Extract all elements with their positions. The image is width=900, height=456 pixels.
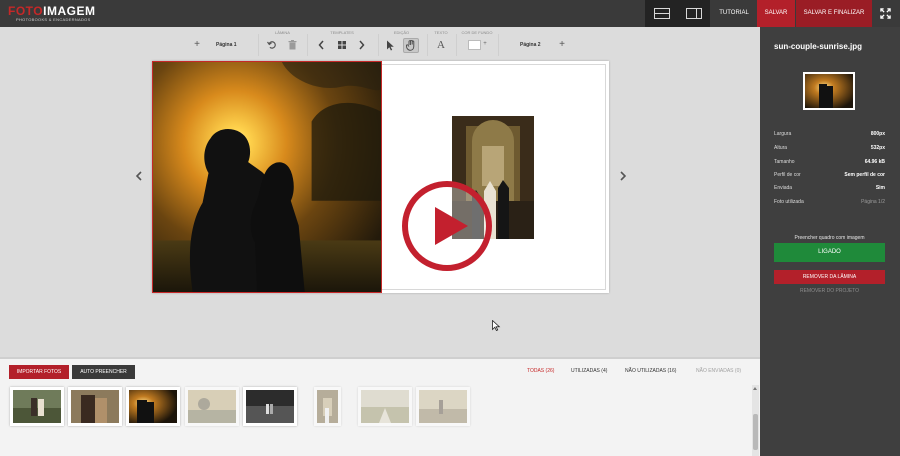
double-page-layout-icon [686,8,702,19]
group-label-lamina: LÂMINA [275,30,290,35]
trash-icon[interactable] [288,40,297,50]
prop-height-label: Altura [774,145,788,151]
prop-height-value: 532px [870,145,885,151]
photobook-editor: FOTOIMAGEM PHOTOBOOKS & ENCADERNADOS TUT… [0,0,900,456]
prop-used-value: Página 1/2 [861,199,885,205]
group-label-texto: TEXTO [434,30,448,35]
scroll-up-icon[interactable] [753,387,757,390]
photo-thumbnail[interactable] [243,387,297,426]
prop-sent-value: Sim [875,185,885,191]
divider [307,34,308,56]
chevron-right-icon[interactable] [618,169,628,183]
prop-used-label: Foto utilizada [774,199,804,205]
prop-size-value: 64.96 kB [864,159,885,165]
divider [456,34,457,56]
remove-from-project-link[interactable]: REMOVER DO PROJETO [774,288,885,294]
divider [258,34,259,56]
select-arrow-icon[interactable] [386,40,395,51]
page-1-label: Página 1 [216,42,237,48]
photo-thumbnail[interactable] [185,387,239,426]
photo-thumbnail[interactable] [416,387,470,426]
prop-color-profile-value: Sem perfil de cor [844,172,885,178]
group-label-edicao: EDIÇÃO [393,30,410,35]
add-page-after-button[interactable]: + [557,39,567,51]
photo-thumbnail[interactable] [68,387,122,426]
filter-not-sent[interactable]: NÃO ENVIADAS (0) [696,368,741,374]
divider [427,34,428,56]
library-scrollbar-thumb[interactable] [753,414,758,450]
filter-used[interactable]: UTILIZADAS (4) [571,368,607,374]
save-button[interactable]: SALVAR [757,0,795,27]
photo-thumbnail[interactable] [314,387,341,426]
template-prev-icon[interactable] [318,40,325,50]
background-color-swatch[interactable] [468,40,481,50]
single-page-layout-icon [654,8,670,19]
logo-brand-a: FOTO [8,4,44,18]
undo-icon[interactable] [267,40,277,50]
page-2-label: Página 2 [520,42,541,48]
photo-thumbnail[interactable] [10,387,64,426]
expand-arrows-icon[interactable] [880,8,891,19]
add-text-button[interactable]: A [435,39,447,51]
play-icon[interactable] [402,181,492,271]
divider [498,34,499,56]
filter-all[interactable]: TODAS (26) [527,368,554,374]
prop-width-label: Largura [774,131,792,137]
logo: FOTOIMAGEM PHOTOBOOKS & ENCADERNADOS [8,4,95,24]
fill-frame-toggle[interactable]: LIGADO [774,243,885,262]
template-next-icon[interactable] [358,40,365,50]
prop-size-label: Tamanho [774,159,795,165]
remove-from-sheet-button[interactable]: REMOVER DA LÂMINA [774,270,885,284]
hand-icon [406,40,415,51]
logo-brand-b: IMAGEM [43,4,96,18]
template-grid-icon[interactable] [337,40,347,50]
save-and-finish-button[interactable]: SALVAR E FINALIZAR [796,0,872,27]
top-bar: FOTOIMAGEM PHOTOBOOKS & ENCADERNADOS TUT… [0,0,900,27]
double-page-layout-button[interactable] [678,0,710,27]
prop-sent-label: Enviada [774,185,793,191]
filter-unused[interactable]: NÃO UTILIZADAS (16) [625,368,676,374]
couple-sunset-photo [153,62,381,292]
selected-photo-frame[interactable] [152,61,382,293]
fill-frame-label: Preencher quadro com imagem [794,235,865,241]
auto-fill-button[interactable]: AUTO PREENCHER [72,365,135,379]
group-label-templates: TEMPLATES [330,30,354,35]
color-dropdown-icon[interactable]: + [482,38,488,50]
photo-thumbnail[interactable] [126,387,180,426]
prop-color-profile-label: Perfil de cor [774,172,801,178]
selected-photo-preview [803,72,855,110]
mouse-cursor-icon [492,320,501,332]
import-photos-button[interactable]: IMPORTAR FOTOS [9,365,69,379]
chevron-left-icon[interactable] [134,169,144,183]
single-page-layout-button[interactable] [646,0,678,27]
logo-tagline: PHOTOBOOKS & ENCADERNADOS [16,17,91,22]
prop-width-value: 800px [870,131,885,137]
divider [378,34,379,56]
group-label-cor-de-fundo: COR DE FUNDO [461,30,493,35]
photo-thumbnail[interactable] [358,387,412,426]
selected-file-name: sun-couple-sunrise.jpg [774,42,863,51]
add-page-before-button[interactable]: + [192,39,202,51]
tutorial-button[interactable]: TUTORIAL [712,0,756,27]
